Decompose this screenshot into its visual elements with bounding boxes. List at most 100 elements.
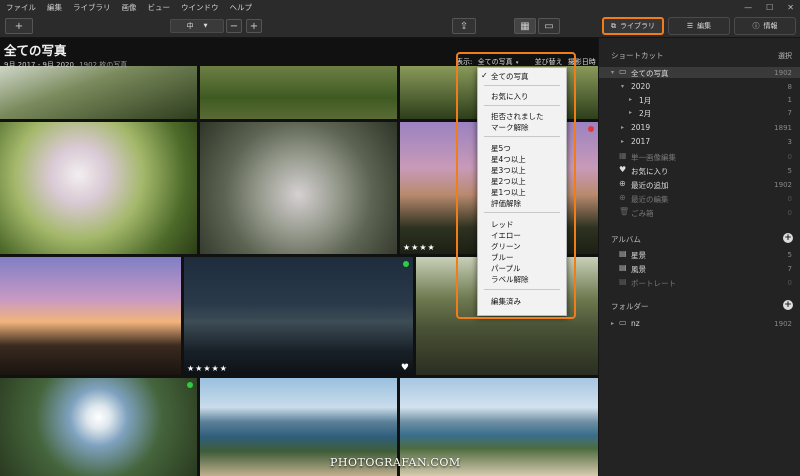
album-icon: ▤ xyxy=(619,277,627,286)
photo-thumbnail[interactable] xyxy=(0,122,197,254)
filter-all-photos[interactable]: 全ての写真 xyxy=(491,71,529,82)
zoom-out-button[interactable]: − xyxy=(226,19,242,33)
share-icon[interactable]: ⇪ xyxy=(452,18,476,34)
menu-window[interactable]: ウインドウ xyxy=(181,2,219,13)
sidebar-item-trash[interactable]: ごみ箱 xyxy=(631,208,654,219)
filter-unmark[interactable]: マーク解除 xyxy=(491,122,529,133)
folders-heading: フォルダー xyxy=(611,302,649,311)
toolbar: + 中 ▼ − + ⇪ ▦ ▭ ⧉ ライブラリ ☰ 編集 ⓘ 情報 xyxy=(0,14,800,38)
edit-tab[interactable]: ☰ 編集 xyxy=(668,17,730,35)
filter-rejected[interactable]: 拒否されました xyxy=(491,111,544,122)
view-filter-dropdown[interactable]: 全ての写真 xyxy=(478,58,513,66)
menu-divider xyxy=(484,85,560,86)
menu-edit[interactable]: 編集 xyxy=(47,2,62,13)
menu-divider xyxy=(484,136,560,137)
sidebar-count: 0 xyxy=(787,209,792,217)
sidebar-count: 1902 xyxy=(774,181,792,189)
sidebar-item-all-photos[interactable]: 全ての写真 xyxy=(631,68,669,79)
single-view-icon[interactable]: ▭ xyxy=(538,18,560,34)
chevron-down-icon: ▾ xyxy=(621,83,625,90)
sidebar-item-2019[interactable]: 2019 xyxy=(631,123,650,132)
watermark: PHOTOGRAFAN.COM xyxy=(330,456,461,469)
sidebar-item-jan[interactable]: 1月 xyxy=(639,95,651,106)
info-tab[interactable]: ⓘ 情報 xyxy=(734,17,796,35)
chevron-right-icon: ▸ xyxy=(629,109,633,116)
photo-thumbnail[interactable] xyxy=(200,122,397,254)
menu-view[interactable]: ビュー xyxy=(148,2,171,13)
sidebar-item-album-stars[interactable]: 星景 xyxy=(631,250,646,261)
filter-rating-3[interactable]: 星3つ以上 xyxy=(491,165,526,176)
filter-purple[interactable]: パープル xyxy=(491,263,521,274)
sidebar-item-2017[interactable]: 2017 xyxy=(631,137,650,146)
close-button[interactable]: ✕ xyxy=(787,3,794,12)
grid-view-icon[interactable]: ▦ xyxy=(514,18,536,34)
sidebar-count: 1 xyxy=(787,96,792,104)
sidebar-count: 5 xyxy=(787,167,792,175)
zoom-in-button[interactable]: + xyxy=(246,19,262,33)
color-label-green-dot xyxy=(403,261,409,267)
photo-thumbnail[interactable] xyxy=(0,257,181,375)
maximize-button[interactable]: ☐ xyxy=(766,3,773,12)
sidebar-item-folder-nz[interactable]: nz xyxy=(631,319,640,328)
photo-thumbnail[interactable] xyxy=(0,66,197,119)
filter-favorites[interactable]: お気に入り xyxy=(491,91,529,102)
menu-bar: ファイル 編集 ライブラリ 画像 ビュー ウインドウ ヘルプ — ☐ ✕ xyxy=(0,0,800,14)
thumbnail-size-value: 中 xyxy=(186,22,194,30)
filter-blue[interactable]: ブルー xyxy=(491,252,514,263)
sidebar-item-favorites[interactable]: お気に入り xyxy=(631,166,669,177)
sidebar-count: 1902 xyxy=(774,320,792,328)
filter-rating-1[interactable]: 星1つ以上 xyxy=(491,187,526,198)
add-folder-button[interactable]: + xyxy=(783,300,793,310)
filter-unlabel[interactable]: ラベル解除 xyxy=(491,274,529,285)
filter-rating-2[interactable]: 星2つ以上 xyxy=(491,176,526,187)
sidebar-item-album-landscape[interactable]: 風景 xyxy=(631,264,646,275)
menu-divider xyxy=(484,212,560,213)
filter-yellow[interactable]: イエロー xyxy=(491,230,521,241)
thumbnail-size-select[interactable]: 中 ▼ xyxy=(170,19,224,33)
photo-thumbnail[interactable] xyxy=(200,66,397,119)
add-photos-button[interactable]: + xyxy=(5,18,33,34)
add-album-button[interactable]: + xyxy=(783,233,793,243)
sidebar-count: 3 xyxy=(787,138,792,146)
filter-rating-4[interactable]: 星4つ以上 xyxy=(491,154,526,165)
sidebar-item-recently-edited[interactable]: 最近の編集 xyxy=(631,194,669,205)
sidebar-count: 0 xyxy=(787,153,792,161)
sidebar-item-feb[interactable]: 2月 xyxy=(639,108,651,119)
sort-label: 並び替え xyxy=(534,58,563,66)
filter-green[interactable]: グリーン xyxy=(491,241,521,252)
sidebar-item-all-photos-selected[interactable] xyxy=(599,67,800,78)
sidebar-count: 5 xyxy=(787,251,792,259)
trash-icon: 🗑 xyxy=(619,207,630,216)
menu-image[interactable]: 画像 xyxy=(122,2,137,13)
chevron-right-icon: ▸ xyxy=(621,138,625,145)
page-title: 全ての写真 xyxy=(4,43,67,58)
sidebar-item-recently-added[interactable]: 最近の追加 xyxy=(631,180,669,191)
library-tab[interactable]: ⧉ ライブラリ xyxy=(602,17,664,35)
sidebar-item-single-edit[interactable]: 単一画像編集 xyxy=(631,152,676,163)
filter-unrate[interactable]: 評価解除 xyxy=(491,198,521,209)
filter-red[interactable]: レッド xyxy=(491,219,514,230)
sidebar-count: 1902 xyxy=(774,69,792,77)
check-icon: ✓ xyxy=(481,71,488,80)
album-icon: ▤ xyxy=(619,249,627,258)
menu-library[interactable]: ライブラリ xyxy=(73,2,111,13)
add-circle-icon: ⊕ xyxy=(619,179,626,188)
library-tab-label: ライブラリ xyxy=(620,22,655,30)
sort-dropdown[interactable]: 撮影日時 xyxy=(568,58,596,66)
photo-thumbnail[interactable]: ★★★★★ ♥ xyxy=(184,257,413,375)
rating-stars: ★★★★ xyxy=(403,243,436,252)
minimize-button[interactable]: — xyxy=(744,3,752,12)
menu-help[interactable]: ヘルプ xyxy=(230,2,253,13)
select-button[interactable]: 選択 xyxy=(778,51,792,61)
sidebar-item-album-portrait[interactable]: ポートレート xyxy=(631,278,676,289)
sidebar-count: 1891 xyxy=(774,124,792,132)
color-label-green-dot xyxy=(187,382,193,388)
sidebar-count: 0 xyxy=(787,279,792,287)
filter-rating-5[interactable]: 星5つ xyxy=(491,143,511,154)
photo-thumbnail[interactable] xyxy=(0,378,197,476)
sidebar-item-2020[interactable]: 2020 xyxy=(631,82,650,91)
filter-edited[interactable]: 編集済み xyxy=(491,296,521,307)
menu-file[interactable]: ファイル xyxy=(6,2,36,13)
view-controls: 表示: 全ての写真 ▾ 並び替え 撮影日時 xyxy=(456,57,596,67)
chevron-right-icon: ▸ xyxy=(611,320,615,327)
